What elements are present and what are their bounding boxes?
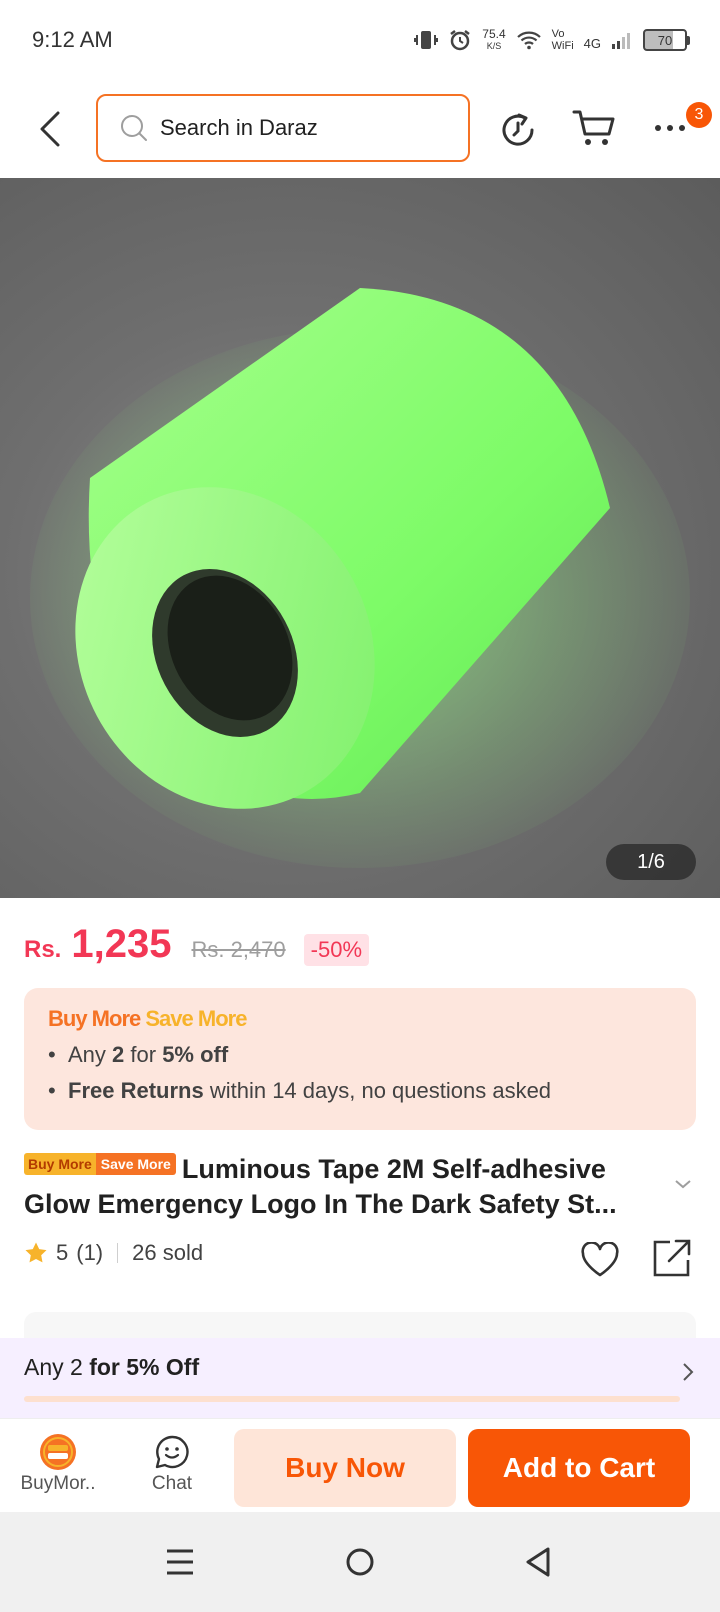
free-returns-label: Free Returns <box>68 1078 204 1103</box>
signal-icon <box>611 30 633 50</box>
promo-line-discount: • Any 2 for 5% off <box>48 1042 229 1067</box>
net-speed-unit: K/S <box>486 41 502 51</box>
discount-badge: -50% <box>303 934 369 966</box>
status-time: 9:12 AM <box>32 27 113 52</box>
share-button[interactable] <box>650 1236 694 1280</box>
sold-count: 26 sold <box>132 1240 204 1265</box>
promo-title-buy: Buy More <box>48 1006 141 1031</box>
buy-now-button[interactable]: Buy Now <box>234 1429 456 1507</box>
search-icon <box>120 114 148 142</box>
add-to-cart-button[interactable]: Add to Cart <box>468 1429 690 1507</box>
heart-icon <box>581 1242 619 1277</box>
badge-save-more: Save More <box>95 1153 176 1175</box>
price-row: Rs. 1,235 Rs. 2,470 -50% <box>24 922 369 967</box>
rating-value: 5 <box>56 1240 69 1265</box>
promo-text: for <box>124 1042 163 1067</box>
price-original: Rs. 2,470 <box>191 937 286 962</box>
status-bar: 9:12 AM 75.4 K/S Vo WiFi 4G 70 <box>0 0 720 80</box>
chat-button[interactable]: Chat <box>122 1431 222 1505</box>
promo-title: Buy More Save More <box>48 1006 672 1032</box>
vo-label: Vo <box>551 28 565 40</box>
buy-more-save-more-badge: Buy More Save More <box>24 1153 176 1175</box>
search-input[interactable]: Search in Daraz <box>96 94 470 162</box>
promo-discount: 5% off <box>162 1042 229 1067</box>
badge-buy-more: Buy More <box>24 1153 96 1175</box>
chat-label: Chat <box>151 1473 193 1494</box>
chevron-right-icon <box>682 1362 694 1387</box>
notification-badge: 3 <box>686 102 712 128</box>
price-current: 1,235 <box>71 922 172 966</box>
buymore-button[interactable]: BuyMor.. <box>8 1431 108 1505</box>
back-triangle-icon <box>526 1547 550 1577</box>
promo-title-save: Save More <box>145 1006 247 1031</box>
divider <box>117 1243 119 1263</box>
wifi-icon <box>516 30 542 50</box>
recents-button[interactable] <box>158 1540 202 1584</box>
rating-row[interactable]: 5 (1) 26 sold <box>24 1240 203 1266</box>
buy-more-save-icon <box>39 1431 77 1473</box>
battery-icon: 70 <box>643 29 690 51</box>
search-placeholder: Search in Daraz <box>160 115 318 140</box>
home-button[interactable] <box>338 1540 382 1584</box>
promo-bar-text: Any 2 for 5% Off <box>24 1354 696 1381</box>
returns-text: within 14 days, no questions asked <box>203 1078 552 1103</box>
rating-count: (1) <box>76 1240 104 1265</box>
promo-text: Any <box>68 1042 113 1067</box>
vowifi-indicator: Vo WiFi <box>552 28 574 52</box>
promo-bar-pre: Any 2 <box>24 1354 90 1380</box>
battery-level: 70 <box>643 29 687 51</box>
promo-bar[interactable]: Any 2 for 5% Off <box>0 1338 720 1418</box>
refresh-icon <box>502 113 534 146</box>
system-nav-bar <box>0 1512 720 1612</box>
promo-quantity: 2 <box>112 1042 125 1067</box>
net-speed-value: 75.4 <box>482 27 506 41</box>
alarm-icon <box>448 28 472 52</box>
menu-icon <box>167 1549 193 1575</box>
more-dots-icon <box>655 125 685 131</box>
promo-bar-bold: for 5% Off <box>89 1354 200 1380</box>
system-back-button[interactable] <box>516 1540 560 1584</box>
home-circle-icon <box>346 1548 374 1576</box>
promo-progress-bar <box>24 1396 680 1402</box>
share-icon <box>653 1239 691 1277</box>
status-icons: 75.4 K/S Vo WiFi 4G 70 <box>414 28 690 52</box>
wifi-label: WiFi <box>551 40 574 52</box>
product-title[interactable]: Buy More Save More Luminous Tape 2M Self-a… <box>24 1152 664 1222</box>
chat-icon <box>155 1431 189 1473</box>
chevron-down-icon[interactable] <box>674 1176 692 1194</box>
product-image[interactable]: 1/6 <box>0 178 720 898</box>
more-button[interactable] <box>650 108 690 148</box>
history-button[interactable] <box>496 108 540 152</box>
image-counter: 1/6 <box>606 844 696 880</box>
cart-icon <box>572 110 615 145</box>
chevron-left-icon <box>40 111 60 147</box>
cart-button[interactable] <box>570 104 618 152</box>
promo-line-returns: • Free Returns within 14 days, no questi… <box>48 1078 552 1103</box>
wishlist-button[interactable] <box>578 1238 622 1282</box>
action-bar: BuyMor.. Chat Buy Now Add to Cart <box>0 1418 720 1512</box>
glow-tape-image <box>30 288 690 868</box>
network-type: 4G <box>583 36 601 51</box>
back-button[interactable] <box>30 104 70 154</box>
star-icon <box>24 1241 48 1265</box>
net-speed: 75.4 K/S <box>482 28 505 52</box>
price-currency: Rs. <box>24 936 62 963</box>
promo-card[interactable]: Buy More Save More • Any 2 for 5% off • … <box>24 988 696 1130</box>
buymore-label: BuyMor.. <box>20 1473 96 1494</box>
header: Search in Daraz 3 <box>0 80 720 178</box>
vibrate-icon <box>414 29 439 51</box>
